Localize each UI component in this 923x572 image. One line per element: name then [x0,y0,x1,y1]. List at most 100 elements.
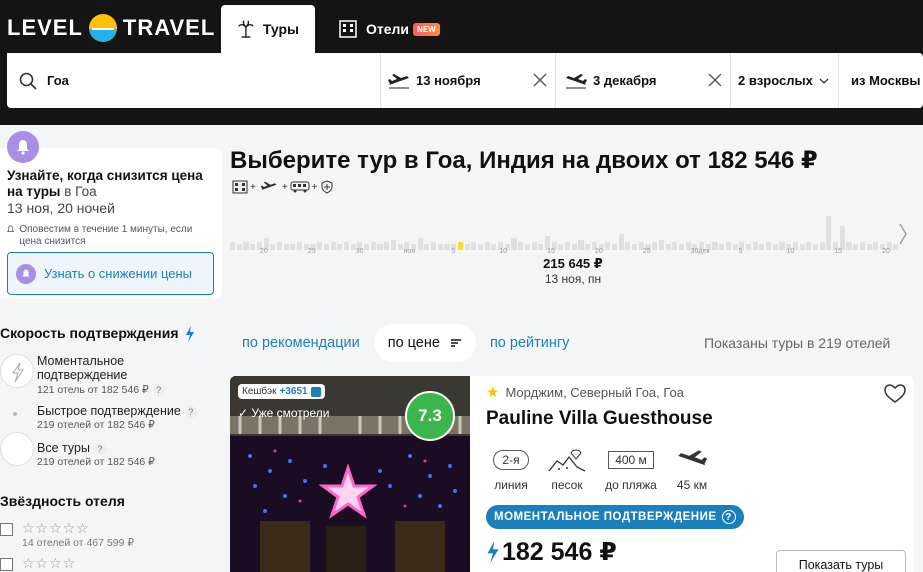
calendar-tick: ноя [403,248,416,255]
price-alert-button-label: Узнать о снижении цены [44,266,193,281]
cashback-badge[interactable]: Кешбэк +3651 [238,384,325,399]
date-from-value: 13 ноября [416,73,481,88]
calendar-tick: 15 [834,248,843,255]
calendar-bar[interactable] [826,216,832,250]
hotel-name[interactable]: Pauline Villa Guesthouse [486,408,713,430]
flight-icon [260,181,277,190]
sort-price[interactable]: по цене [373,324,476,362]
help-icon[interactable]: ? [721,510,736,524]
hotel-photo[interactable]: Кешбэк +3651 ✓ Уже смотрели 7.3 [230,376,470,572]
destination-value: Гоа [47,73,69,88]
calendar-tick: 5 [738,248,743,255]
insurance-shield-icon [321,180,333,194]
star-option-5[interactable]: ☆☆☆☆☆ 14 отелей от 467 599 ₽ [0,520,220,549]
sun-logo-icon [88,14,117,42]
feature-beach-type: песок [544,446,590,492]
radio-all[interactable] [0,432,34,466]
calendar-bar[interactable] [839,226,845,250]
calendar-tick: 15 [547,248,555,255]
date-to-field[interactable]: 3 декабря [556,53,731,108]
hotel-card[interactable]: Кешбэк +3651 ✓ Уже смотрели 7.3 ★ Морджим… [230,376,914,572]
price-calendar[interactable] [230,205,910,250]
plus-sign: + [311,181,318,193]
bell-icon [7,131,39,163]
airport-plane-icon [678,450,708,466]
line-value: 2-я [493,450,529,470]
logo[interactable]: LEVEL TRAVEL [7,14,215,42]
confirm-option-all[interactable]: Все туры? 219 отелей от 182 546 ₽ [0,432,220,472]
clear-date-to-icon[interactable] [708,73,722,87]
sort-descending-icon [450,339,461,347]
fast-label: Быстрое подтверждение? [37,404,197,418]
clear-date-from-icon[interactable] [533,73,547,87]
star-option-4[interactable]: ☆☆☆☆ [0,555,220,572]
tab-hotels[interactable]: Отели NEW [322,5,456,53]
lightning-icon [186,326,195,343]
feature-line: 2-я линия [486,446,536,492]
star-5-checkbox[interactable] [0,523,13,536]
hotel-price: 182 546 ₽ [486,537,617,567]
calendar-tick: 25 [642,248,651,255]
show-tours-button[interactable]: Показать туры [776,550,906,572]
lightning-icon [487,541,499,563]
origin-value: из Москвы [851,73,921,88]
alert-city: в Гоа [64,184,97,199]
feature-beach-distance: 400 м до пляжа [605,451,657,492]
help-icon[interactable]: ? [93,442,106,455]
logo-text-left: LEVEL [7,15,83,40]
stars-title: Звёздность отеля [0,493,125,509]
sort-rating[interactable]: по рейтингу [490,335,569,351]
instant-label: Моментальное подтверждение [37,354,128,382]
star-5-count: 14 отелей от 467 599 ₽ [22,537,135,549]
sand-shell-icon [548,449,586,472]
destination-field[interactable]: Гоа [7,53,381,108]
sort-recommend[interactable]: по рекомендации [242,335,360,351]
rating-badge[interactable]: 7.3 [405,391,455,441]
confirm-speed-title: Скорость подтверждения [0,325,195,343]
price-alert-button[interactable]: Узнать о снижении цены [7,252,214,295]
new-badge: NEW [413,22,440,36]
plus-sign: + [281,181,288,193]
feature-airport: 45 км [670,446,714,492]
instant-count: 121 отель от 182 546 ₽? [37,384,165,397]
instant-confirmation-badge: МОМЕНТАЛЬНОЕ ПОДТВЕРЖДЕНИЕ? [486,505,744,529]
plus-sign: + [250,181,256,193]
help-icon[interactable]: ? [184,405,197,418]
plane-landing-icon [566,73,587,88]
alert-title: Узнайте, когда снизится цена на туры в Г… [7,168,203,199]
lightning-outline-icon [12,362,24,383]
confirm-option-instant[interactable]: Моментальное подтверждение 121 отель от … [0,352,220,398]
passengers-select[interactable]: 2 взрослых [731,53,839,108]
already-seen-label: ✓ Уже смотрели [238,406,330,420]
calendar-tick: 20 [260,248,268,255]
help-icon[interactable]: ? [152,384,165,397]
sort-bar: по рекомендации по цене по рейтингу [242,324,569,362]
star-4-checkbox[interactable] [0,558,13,571]
plane-takeoff-icon [388,73,409,88]
fast-count: 219 отелей от 182 546 ₽ [37,419,155,431]
favorite-heart-icon[interactable] [884,384,906,404]
distance-value: 400 м [608,451,654,469]
star-5-icons: ☆☆☆☆☆ [22,520,90,536]
search-icon [19,72,37,90]
calendar-tick: 25 [307,248,316,255]
palm-icon [238,20,254,38]
tour-includes: + + + [230,180,336,194]
radio-instant[interactable] [0,354,34,388]
hotel-location[interactable]: ★ Морджим, Северный Гоа, Гоа [486,383,684,401]
calendar-tick: 30дек [690,248,710,255]
hotel-icon [232,180,248,194]
logo-text-right: TRAVEL [122,15,216,40]
tab-tours[interactable]: Туры [221,5,315,53]
calendar-selected-price: 215 645 ₽ [543,256,603,271]
bell-button-icon [16,263,36,284]
confirm-option-fast[interactable]: Быстрое подтверждение? 219 отелей от 182… [0,404,220,434]
calendar-selected-date: 13 ноя, пн [544,272,602,286]
origin-field[interactable]: из Москвы [839,53,921,108]
date-from-field[interactable]: 13 ноября [381,53,556,108]
all-label: Все туры? [37,441,197,455]
chevron-right-icon[interactable] [898,222,908,246]
radio-fast[interactable] [13,412,17,416]
chevron-down-icon [819,78,829,84]
tab-tours-label: Туры [262,21,299,37]
